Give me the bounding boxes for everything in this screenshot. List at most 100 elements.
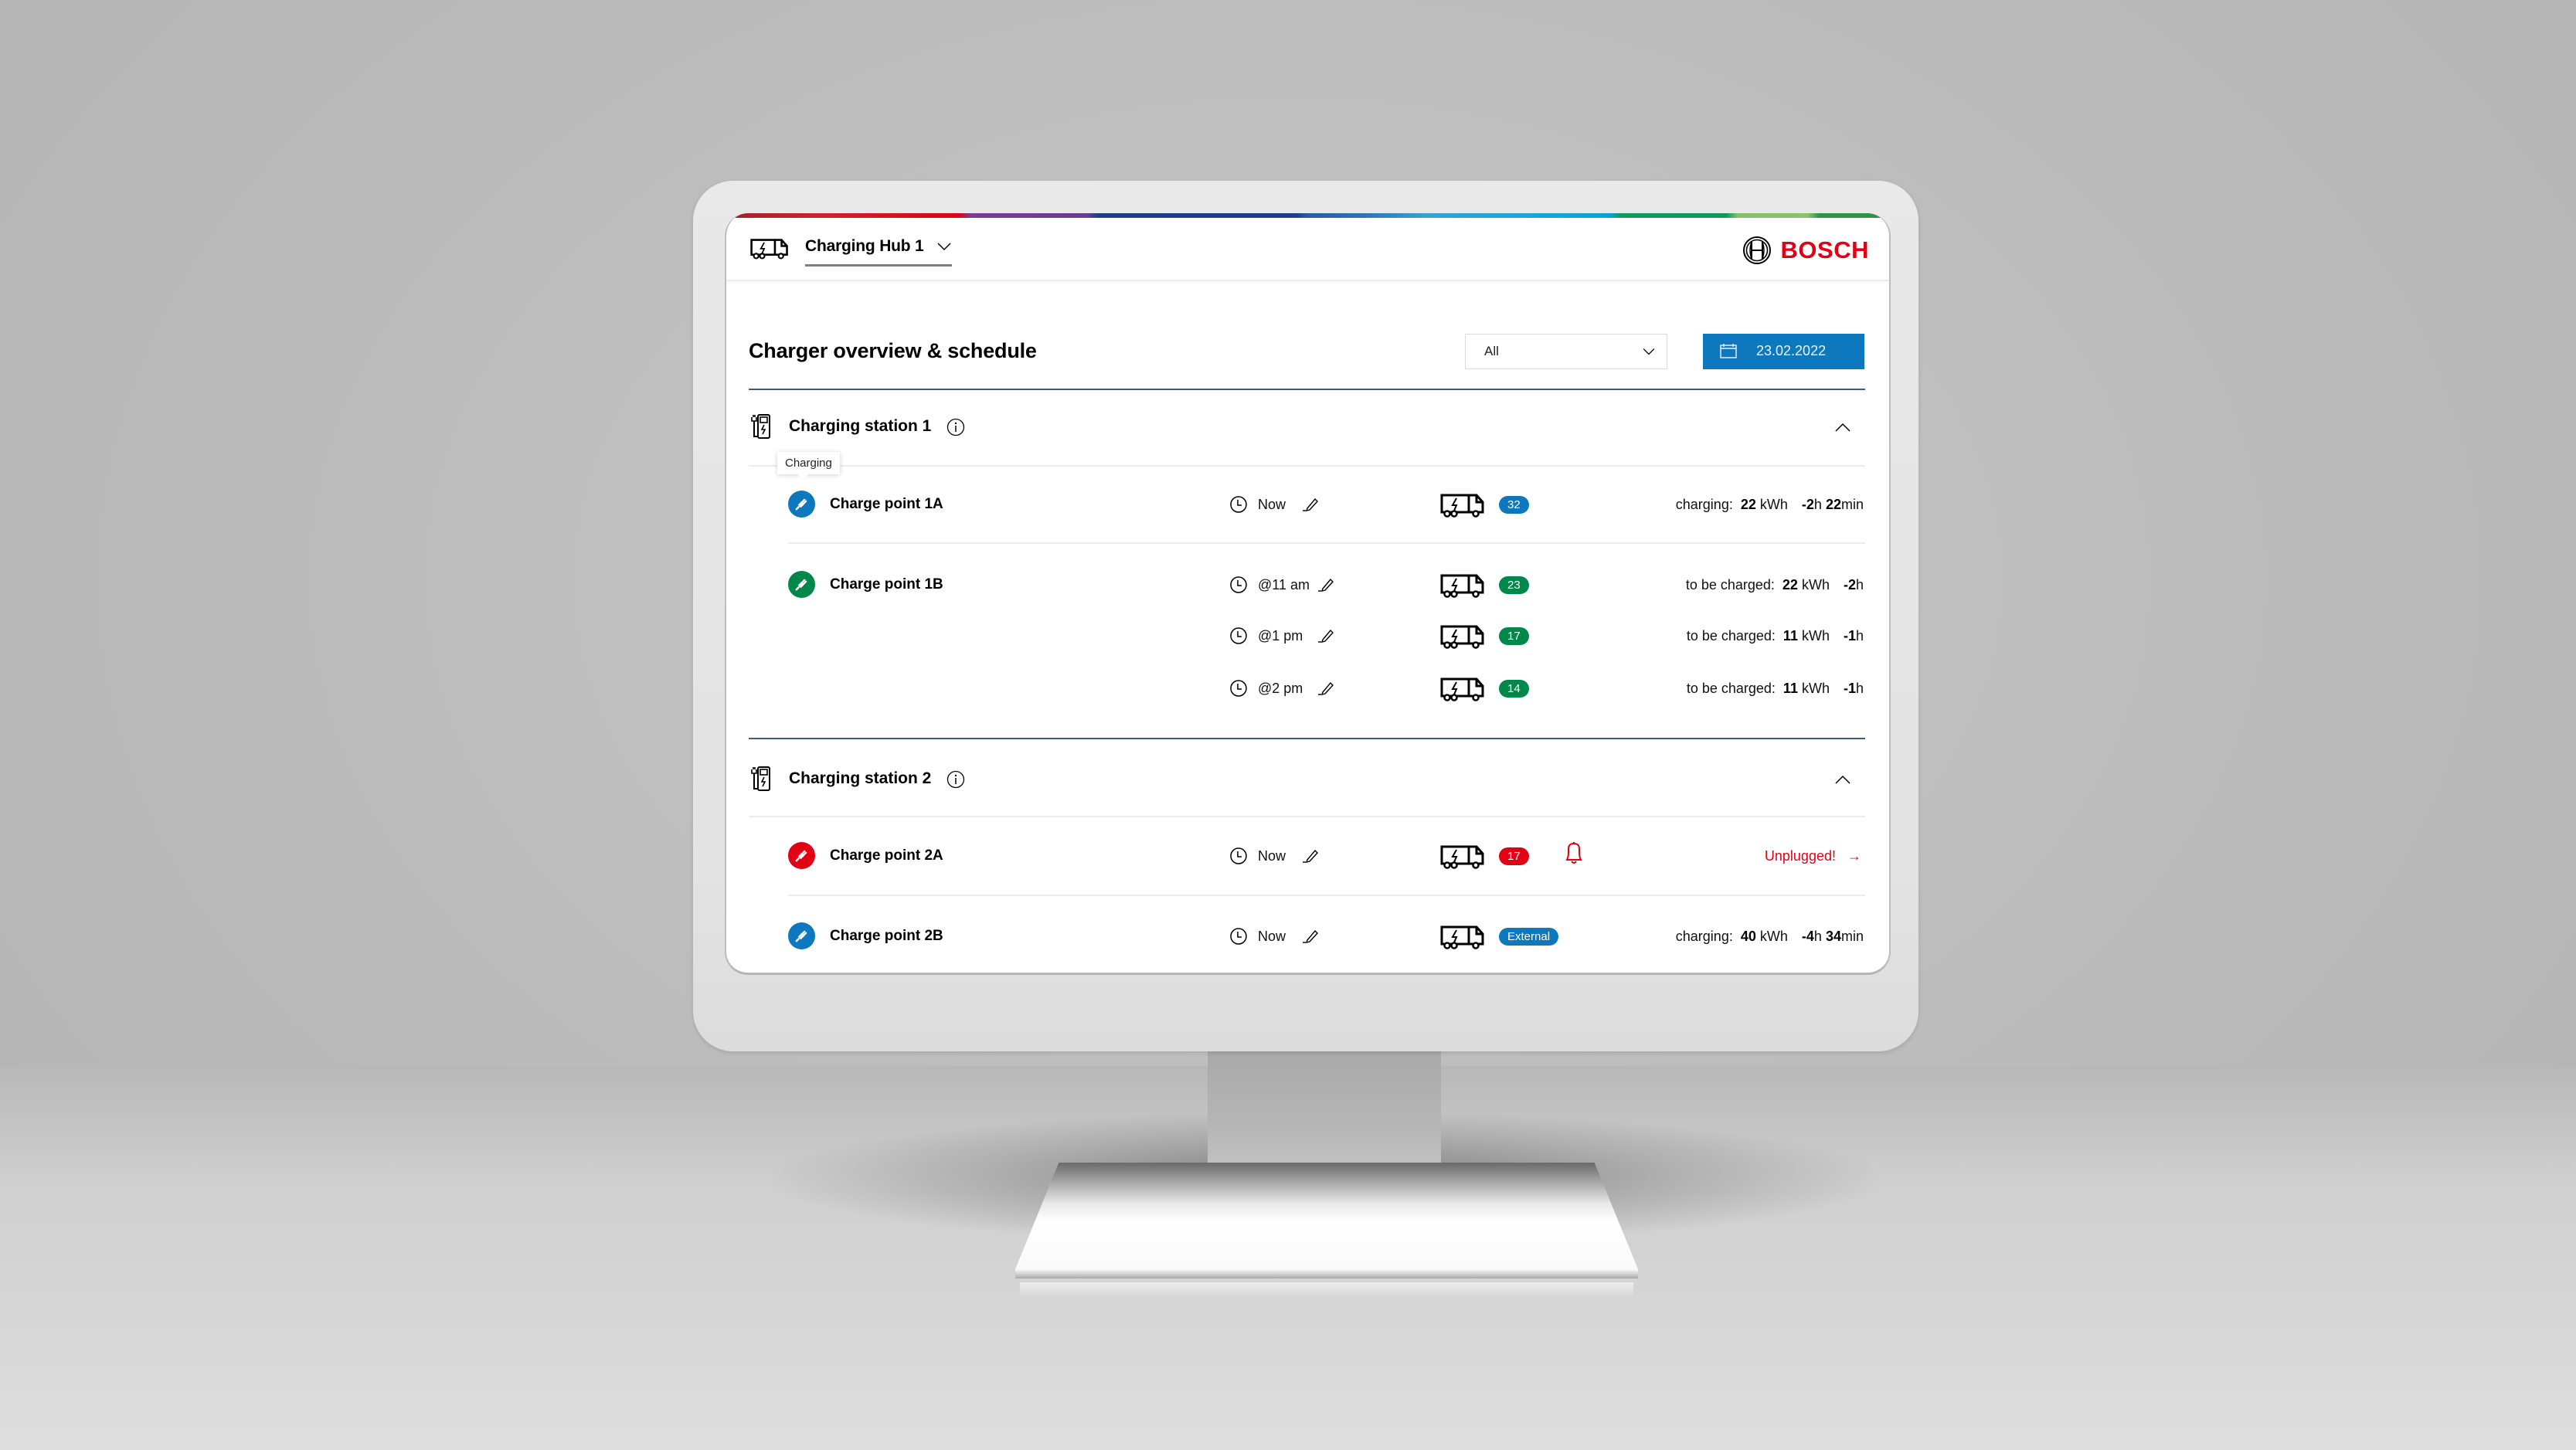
electric-truck-icon xyxy=(1439,923,1486,949)
bosch-armature-icon xyxy=(1742,236,1771,264)
section-divider xyxy=(749,738,1865,739)
electric-truck-icon xyxy=(749,236,790,260)
calendar-icon xyxy=(1720,344,1737,358)
charge-point-status-error[interactable] xyxy=(788,842,815,869)
vehicle-badge: 17 xyxy=(1499,847,1529,865)
filter-dropdown[interactable]: All xyxy=(1465,334,1667,369)
charge-point-status-charging[interactable] xyxy=(788,922,815,949)
duration-hours: 2 xyxy=(1847,577,1856,593)
charging-status: charging: 40 kWh -4h 34min xyxy=(1676,929,1864,945)
station-title: Charging station 1 xyxy=(789,417,932,435)
vehicle-badge: 17 xyxy=(1499,627,1529,645)
chevron-up-icon[interactable] xyxy=(1833,774,1852,785)
electric-truck-icon xyxy=(1439,491,1486,518)
duration-minutes: 34 xyxy=(1825,929,1841,944)
clock-icon xyxy=(1229,627,1248,645)
plug-icon xyxy=(794,497,809,511)
status-label: to be charged: xyxy=(1685,577,1775,593)
duration-minutes: 22 xyxy=(1825,497,1841,512)
hub-name: Charging Hub 1 xyxy=(805,237,924,255)
energy-value: 11 xyxy=(1782,628,1798,644)
status-label: to be charged: xyxy=(1686,628,1776,644)
edit-pencil-icon[interactable] xyxy=(1301,926,1320,945)
vehicle-badge: 32 xyxy=(1499,496,1529,514)
bosch-logo: BOSCH xyxy=(1742,235,1869,266)
bell-icon[interactable] xyxy=(1563,840,1585,865)
alert-text: Unplugged! xyxy=(1764,848,1836,864)
station-title: Charging station 2 xyxy=(789,769,932,787)
energy-value: 11 xyxy=(1782,681,1798,696)
charge-point-status-charging[interactable] xyxy=(788,491,815,518)
date-label: 23.02.2022 xyxy=(1756,343,1827,358)
electric-truck-icon xyxy=(1439,572,1486,598)
charging-status: charging: 22 kWh -2h 22min xyxy=(1676,497,1864,513)
page-title: Charger overview & schedule xyxy=(749,339,1037,362)
energy-unit: kWh xyxy=(1759,497,1788,512)
edit-pencil-icon[interactable] xyxy=(1301,494,1320,513)
charge-point-name: Charge point 2A xyxy=(830,847,943,864)
status-label: to be charged: xyxy=(1686,681,1776,696)
info-icon[interactable] xyxy=(946,770,965,789)
duration-hours: 4 xyxy=(1806,929,1814,944)
charging-station-icon xyxy=(750,766,772,792)
clock-icon xyxy=(1229,576,1248,594)
charging-status: to be charged: 11 kWh -1h xyxy=(1687,681,1864,697)
section-divider xyxy=(749,389,1865,390)
filter-value: All xyxy=(1484,344,1499,358)
schedule-time: Now xyxy=(1258,497,1286,512)
clock-icon xyxy=(1229,927,1248,946)
monitor-base-reflection xyxy=(1020,1282,1633,1298)
charge-point-name: Charge point 1B xyxy=(830,576,943,593)
charging-status: to be charged: 11 kWh -1h xyxy=(1687,628,1864,644)
chevron-up-icon[interactable] xyxy=(1833,422,1852,433)
electric-truck-icon xyxy=(1439,675,1486,701)
charge-point-status-available[interactable] xyxy=(788,571,815,598)
edit-pencil-icon[interactable] xyxy=(1301,846,1320,864)
electric-truck-icon xyxy=(1439,623,1486,649)
duration-hours-unit: h xyxy=(1813,929,1822,944)
charge-point-name: Charge point 2B xyxy=(830,928,943,944)
charge-point-name: Charge point 1A xyxy=(830,496,943,512)
status-label: charging: xyxy=(1675,497,1733,512)
schedule-time: @2 pm xyxy=(1258,681,1303,696)
status-tooltip: Charging xyxy=(777,452,840,480)
edit-pencil-icon[interactable] xyxy=(1317,575,1335,593)
energy-value: 22 xyxy=(1782,577,1798,593)
schedule-time: @11 am xyxy=(1258,577,1310,593)
edit-pencil-icon[interactable] xyxy=(1317,626,1335,644)
clock-icon xyxy=(1229,679,1248,698)
unplugged-alert-link[interactable]: Unplugged! → xyxy=(1765,848,1861,864)
duration-hours-unit: h xyxy=(1855,628,1864,644)
duration-minutes-unit: min xyxy=(1840,929,1864,944)
clock-icon xyxy=(1229,495,1248,514)
energy-unit: kWh xyxy=(1801,628,1830,644)
plug-icon xyxy=(794,577,809,592)
energy-value: 22 xyxy=(1740,497,1756,512)
schedule-time: @1 pm xyxy=(1258,628,1303,644)
duration-minutes-unit: min xyxy=(1840,497,1864,512)
duration-hours-unit: h xyxy=(1855,681,1864,696)
edit-pencil-icon[interactable] xyxy=(1317,678,1335,697)
electric-truck-icon xyxy=(1439,843,1486,869)
energy-unit: kWh xyxy=(1759,929,1788,944)
energy-unit: kWh xyxy=(1801,577,1830,593)
vehicle-badge: 23 xyxy=(1499,576,1529,594)
row-divider xyxy=(749,465,1865,467)
app-header: Charging Hub 1 BOSCH xyxy=(726,218,1889,281)
charging-station-icon xyxy=(750,413,772,440)
hub-selector[interactable]: Charging Hub 1 xyxy=(805,232,952,267)
date-picker-button[interactable]: 23.02.2022 xyxy=(1703,334,1864,369)
plug-icon xyxy=(794,929,809,943)
schedule-time: Now xyxy=(1258,929,1286,944)
monitor-stand-base xyxy=(1015,1163,1638,1279)
info-icon[interactable] xyxy=(946,418,965,436)
schedule-time: Now xyxy=(1258,848,1286,864)
duration-hours: 2 xyxy=(1806,497,1814,512)
plug-icon xyxy=(794,848,809,863)
duration-hours-unit: h xyxy=(1813,497,1822,512)
app-screen: Charging Hub 1 BOSCH Charger overview & … xyxy=(725,213,1891,975)
duration-hours: 1 xyxy=(1847,681,1856,696)
chevron-down-icon xyxy=(936,241,952,252)
arrow-right-icon: → xyxy=(1847,848,1861,864)
duration-hours-unit: h xyxy=(1855,577,1864,593)
